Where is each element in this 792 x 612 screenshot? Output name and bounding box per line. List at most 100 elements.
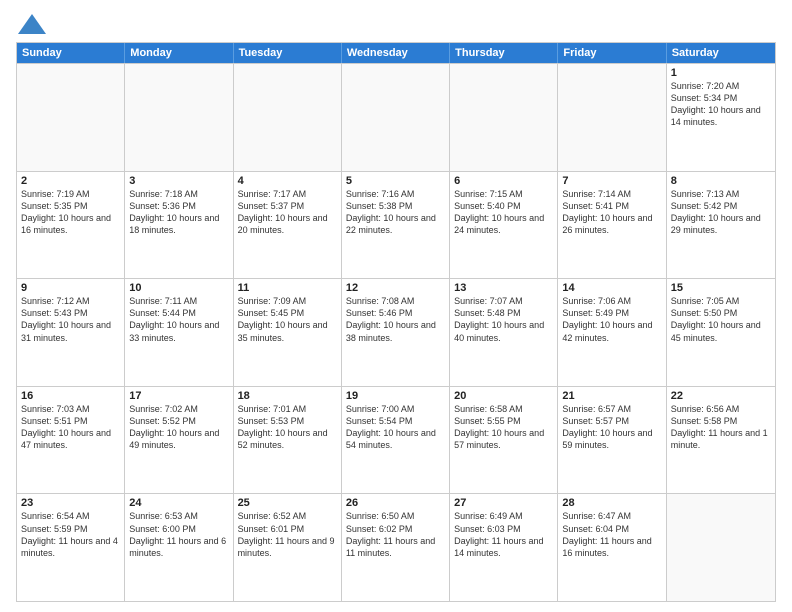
logo-icon	[18, 14, 46, 34]
day-number: 25	[238, 497, 337, 509]
day-number: 21	[562, 390, 661, 402]
weekday-header: Thursday	[450, 43, 558, 63]
calendar-cell: 23Sunrise: 6:54 AM Sunset: 5:59 PM Dayli…	[17, 494, 125, 601]
day-info: Sunrise: 6:49 AM Sunset: 6:03 PM Dayligh…	[454, 510, 553, 559]
calendar-cell: 9Sunrise: 7:12 AM Sunset: 5:43 PM Daylig…	[17, 279, 125, 386]
calendar-cell	[125, 64, 233, 171]
day-number: 4	[238, 175, 337, 187]
day-number: 20	[454, 390, 553, 402]
calendar-cell: 14Sunrise: 7:06 AM Sunset: 5:49 PM Dayli…	[558, 279, 666, 386]
calendar-body: 1Sunrise: 7:20 AM Sunset: 5:34 PM Daylig…	[17, 63, 775, 601]
day-info: Sunrise: 7:16 AM Sunset: 5:38 PM Dayligh…	[346, 188, 445, 237]
calendar-cell	[558, 64, 666, 171]
day-info: Sunrise: 7:08 AM Sunset: 5:46 PM Dayligh…	[346, 295, 445, 344]
calendar-cell: 2Sunrise: 7:19 AM Sunset: 5:35 PM Daylig…	[17, 172, 125, 279]
calendar-row: 23Sunrise: 6:54 AM Sunset: 5:59 PM Dayli…	[17, 493, 775, 601]
calendar-cell: 18Sunrise: 7:01 AM Sunset: 5:53 PM Dayli…	[234, 387, 342, 494]
calendar-cell	[342, 64, 450, 171]
page: SundayMondayTuesdayWednesdayThursdayFrid…	[0, 0, 792, 612]
day-info: Sunrise: 7:18 AM Sunset: 5:36 PM Dayligh…	[129, 188, 228, 237]
day-number: 11	[238, 282, 337, 294]
calendar-cell: 27Sunrise: 6:49 AM Sunset: 6:03 PM Dayli…	[450, 494, 558, 601]
day-info: Sunrise: 6:53 AM Sunset: 6:00 PM Dayligh…	[129, 510, 228, 559]
calendar: SundayMondayTuesdayWednesdayThursdayFrid…	[16, 42, 776, 602]
weekday-header: Monday	[125, 43, 233, 63]
calendar-header: SundayMondayTuesdayWednesdayThursdayFrid…	[17, 43, 775, 63]
day-number: 6	[454, 175, 553, 187]
day-number: 26	[346, 497, 445, 509]
calendar-cell: 26Sunrise: 6:50 AM Sunset: 6:02 PM Dayli…	[342, 494, 450, 601]
calendar-row: 16Sunrise: 7:03 AM Sunset: 5:51 PM Dayli…	[17, 386, 775, 494]
day-number: 22	[671, 390, 771, 402]
weekday-header: Tuesday	[234, 43, 342, 63]
calendar-cell	[234, 64, 342, 171]
day-number: 7	[562, 175, 661, 187]
day-info: Sunrise: 7:01 AM Sunset: 5:53 PM Dayligh…	[238, 403, 337, 452]
calendar-cell	[450, 64, 558, 171]
logo	[16, 14, 46, 34]
day-number: 18	[238, 390, 337, 402]
day-info: Sunrise: 6:57 AM Sunset: 5:57 PM Dayligh…	[562, 403, 661, 452]
calendar-cell: 16Sunrise: 7:03 AM Sunset: 5:51 PM Dayli…	[17, 387, 125, 494]
day-number: 17	[129, 390, 228, 402]
day-info: Sunrise: 6:56 AM Sunset: 5:58 PM Dayligh…	[671, 403, 771, 452]
day-number: 5	[346, 175, 445, 187]
day-number: 2	[21, 175, 120, 187]
calendar-row: 1Sunrise: 7:20 AM Sunset: 5:34 PM Daylig…	[17, 63, 775, 171]
day-number: 9	[21, 282, 120, 294]
calendar-cell: 1Sunrise: 7:20 AM Sunset: 5:34 PM Daylig…	[667, 64, 775, 171]
day-info: Sunrise: 7:02 AM Sunset: 5:52 PM Dayligh…	[129, 403, 228, 452]
calendar-cell: 19Sunrise: 7:00 AM Sunset: 5:54 PM Dayli…	[342, 387, 450, 494]
calendar-cell: 6Sunrise: 7:15 AM Sunset: 5:40 PM Daylig…	[450, 172, 558, 279]
calendar-cell: 17Sunrise: 7:02 AM Sunset: 5:52 PM Dayli…	[125, 387, 233, 494]
day-info: Sunrise: 7:03 AM Sunset: 5:51 PM Dayligh…	[21, 403, 120, 452]
day-number: 1	[671, 67, 771, 79]
day-number: 12	[346, 282, 445, 294]
calendar-cell: 12Sunrise: 7:08 AM Sunset: 5:46 PM Dayli…	[342, 279, 450, 386]
day-info: Sunrise: 7:09 AM Sunset: 5:45 PM Dayligh…	[238, 295, 337, 344]
day-info: Sunrise: 7:05 AM Sunset: 5:50 PM Dayligh…	[671, 295, 771, 344]
day-info: Sunrise: 7:06 AM Sunset: 5:49 PM Dayligh…	[562, 295, 661, 344]
header	[16, 14, 776, 34]
calendar-cell: 25Sunrise: 6:52 AM Sunset: 6:01 PM Dayli…	[234, 494, 342, 601]
weekday-header: Wednesday	[342, 43, 450, 63]
day-number: 16	[21, 390, 120, 402]
day-info: Sunrise: 7:07 AM Sunset: 5:48 PM Dayligh…	[454, 295, 553, 344]
calendar-cell: 4Sunrise: 7:17 AM Sunset: 5:37 PM Daylig…	[234, 172, 342, 279]
day-info: Sunrise: 7:14 AM Sunset: 5:41 PM Dayligh…	[562, 188, 661, 237]
calendar-cell: 7Sunrise: 7:14 AM Sunset: 5:41 PM Daylig…	[558, 172, 666, 279]
calendar-cell: 24Sunrise: 6:53 AM Sunset: 6:00 PM Dayli…	[125, 494, 233, 601]
day-number: 14	[562, 282, 661, 294]
calendar-cell: 13Sunrise: 7:07 AM Sunset: 5:48 PM Dayli…	[450, 279, 558, 386]
day-info: Sunrise: 6:50 AM Sunset: 6:02 PM Dayligh…	[346, 510, 445, 559]
day-info: Sunrise: 7:13 AM Sunset: 5:42 PM Dayligh…	[671, 188, 771, 237]
weekday-header: Saturday	[667, 43, 775, 63]
calendar-cell	[667, 494, 775, 601]
day-info: Sunrise: 6:54 AM Sunset: 5:59 PM Dayligh…	[21, 510, 120, 559]
calendar-row: 9Sunrise: 7:12 AM Sunset: 5:43 PM Daylig…	[17, 278, 775, 386]
day-number: 3	[129, 175, 228, 187]
day-info: Sunrise: 6:58 AM Sunset: 5:55 PM Dayligh…	[454, 403, 553, 452]
day-number: 27	[454, 497, 553, 509]
calendar-cell	[17, 64, 125, 171]
calendar-cell: 28Sunrise: 6:47 AM Sunset: 6:04 PM Dayli…	[558, 494, 666, 601]
day-number: 24	[129, 497, 228, 509]
calendar-cell: 21Sunrise: 6:57 AM Sunset: 5:57 PM Dayli…	[558, 387, 666, 494]
day-number: 23	[21, 497, 120, 509]
day-info: Sunrise: 7:12 AM Sunset: 5:43 PM Dayligh…	[21, 295, 120, 344]
calendar-cell: 10Sunrise: 7:11 AM Sunset: 5:44 PM Dayli…	[125, 279, 233, 386]
calendar-cell: 22Sunrise: 6:56 AM Sunset: 5:58 PM Dayli…	[667, 387, 775, 494]
calendar-cell: 11Sunrise: 7:09 AM Sunset: 5:45 PM Dayli…	[234, 279, 342, 386]
weekday-header: Sunday	[17, 43, 125, 63]
calendar-cell: 20Sunrise: 6:58 AM Sunset: 5:55 PM Dayli…	[450, 387, 558, 494]
day-info: Sunrise: 7:17 AM Sunset: 5:37 PM Dayligh…	[238, 188, 337, 237]
day-number: 8	[671, 175, 771, 187]
calendar-row: 2Sunrise: 7:19 AM Sunset: 5:35 PM Daylig…	[17, 171, 775, 279]
day-number: 15	[671, 282, 771, 294]
day-number: 13	[454, 282, 553, 294]
calendar-cell: 5Sunrise: 7:16 AM Sunset: 5:38 PM Daylig…	[342, 172, 450, 279]
day-info: Sunrise: 6:52 AM Sunset: 6:01 PM Dayligh…	[238, 510, 337, 559]
day-info: Sunrise: 7:20 AM Sunset: 5:34 PM Dayligh…	[671, 80, 771, 129]
weekday-header: Friday	[558, 43, 666, 63]
calendar-cell: 15Sunrise: 7:05 AM Sunset: 5:50 PM Dayli…	[667, 279, 775, 386]
